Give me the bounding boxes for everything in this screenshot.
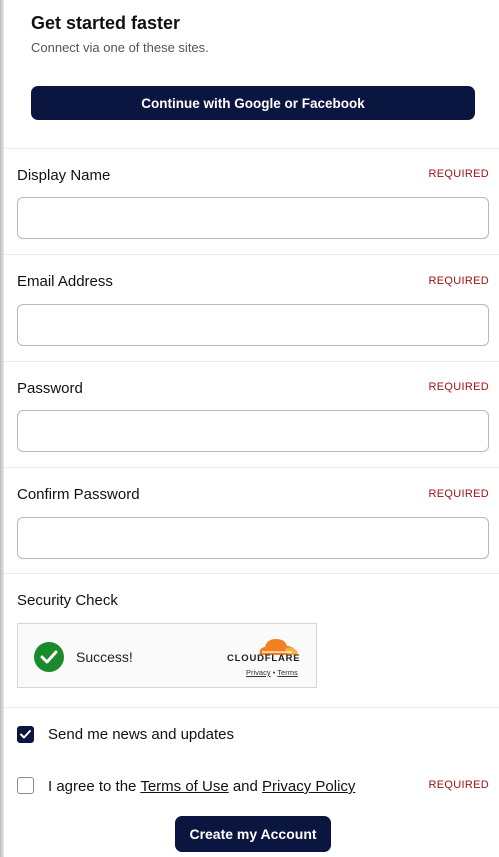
agree-terms-label: I agree to the Terms of Use and Privacy … [48, 778, 355, 796]
email-label: Email Address [17, 273, 113, 290]
captcha-privacy-link[interactable]: Privacy [246, 668, 271, 677]
email-required: REQUIRED [428, 275, 489, 287]
intro-subtitle: Connect via one of these sites. [31, 40, 209, 55]
section-divider [4, 254, 499, 255]
window-left-edge [0, 0, 4, 857]
social-intro: Get started faster Connect via one of th… [31, 12, 475, 56]
privacy-policy-link[interactable]: Privacy Policy [262, 778, 355, 795]
create-account-button[interactable]: Create my Account [175, 816, 331, 852]
terms-of-use-link[interactable]: Terms of Use [140, 778, 228, 795]
agree-prefix-text: I agree to the [48, 778, 137, 795]
cloudflare-wordmark: CLOUDFLARE [227, 653, 301, 664]
section-divider [4, 467, 499, 468]
news-checkbox[interactable] [17, 726, 34, 743]
password-label: Password [17, 380, 83, 397]
captcha-links: Privacy • Terms [246, 668, 298, 677]
confirm-password-label: Confirm Password [17, 486, 140, 503]
password-required: REQUIRED [428, 381, 489, 393]
intro-title: Get started faster [31, 13, 181, 33]
captcha-status: Success! [76, 649, 133, 665]
confirm-password-input[interactable] [17, 517, 489, 559]
section-divider [4, 148, 499, 149]
success-check-icon [34, 642, 64, 672]
confirm-password-required: REQUIRED [428, 488, 489, 500]
section-divider [4, 361, 499, 362]
display-name-required: REQUIRED [428, 168, 489, 180]
display-name-label: Display Name [17, 167, 111, 184]
captcha-terms-link[interactable]: Terms [277, 668, 297, 677]
checkmark-icon [20, 730, 31, 739]
email-input[interactable] [17, 304, 489, 346]
section-divider [4, 707, 499, 708]
password-input[interactable] [17, 410, 489, 452]
captcha-link-separator: • [272, 668, 276, 677]
social-login-button[interactable]: Continue with Google or Facebook [31, 86, 475, 120]
section-divider [4, 573, 499, 574]
agree-and-text: and [232, 778, 258, 795]
security-check-label: Security Check [17, 592, 118, 609]
captcha-widget[interactable]: Success! CLOUDFLARE Privacy • Terms [17, 623, 317, 688]
agree-terms-checkbox[interactable] [17, 777, 34, 794]
agree-required: REQUIRED [428, 779, 489, 791]
news-checkbox-label[interactable]: Send me news and updates [48, 726, 234, 744]
display-name-input[interactable] [17, 197, 489, 239]
